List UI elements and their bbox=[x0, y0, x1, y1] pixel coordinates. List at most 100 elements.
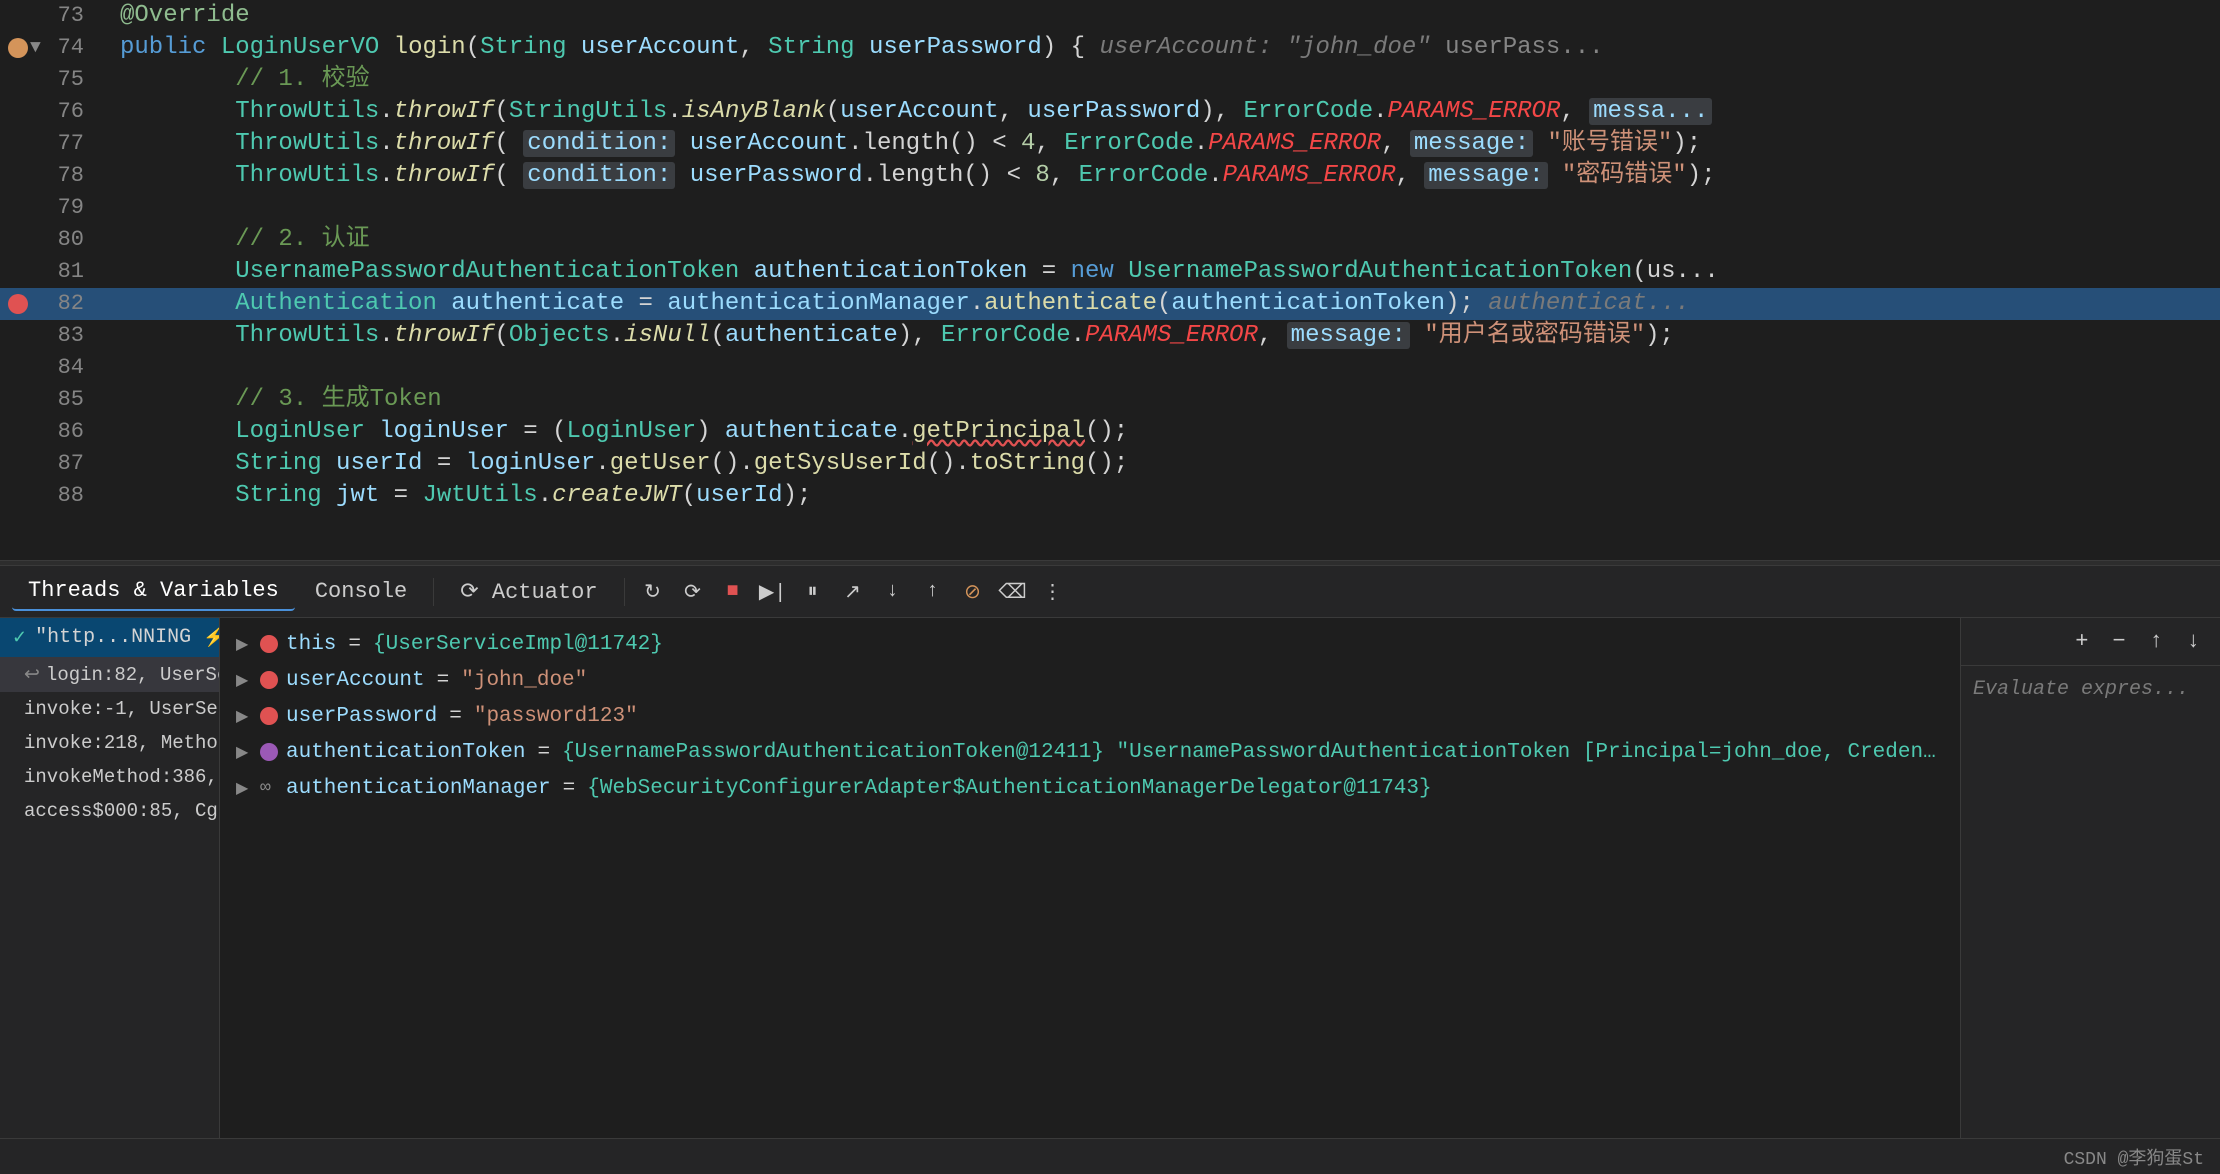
var-expand-arrow-4[interactable]: ▶ bbox=[236, 778, 252, 798]
line-num-text-86: 86 bbox=[58, 416, 84, 448]
var-icon-0 bbox=[260, 635, 278, 653]
var-eq-3: = bbox=[537, 741, 550, 764]
line-number-78: 78 bbox=[0, 160, 100, 192]
breakpoint-icon-82[interactable] bbox=[8, 294, 28, 314]
thread-subitem-4[interactable]: invokeMethod:386, CGlib bbox=[0, 760, 219, 794]
debug-toolbar: Threads & Variables Console ⟳ Actuator ↻… bbox=[0, 566, 2220, 618]
var-expand-arrow-2[interactable]: ▶ bbox=[236, 706, 252, 726]
line-number-85: 85 bbox=[0, 384, 100, 416]
line-num-text-74: 74 bbox=[58, 32, 84, 64]
var-value-0: {UserServiceImpl@11742} bbox=[373, 633, 663, 656]
line-number-80: 80 bbox=[0, 224, 100, 256]
eval-up-button[interactable]: ↑ bbox=[2142, 625, 2171, 658]
code-content-80: // 2. 认证 bbox=[100, 224, 2220, 256]
line-num-text-79: 79 bbox=[58, 192, 84, 224]
var-eq-4: = bbox=[563, 777, 576, 800]
line-number-82: 82 bbox=[0, 288, 100, 320]
tab-actuator[interactable]: ⟳ Actuator bbox=[444, 573, 613, 611]
var-name-4: authenticationManager bbox=[286, 777, 551, 800]
var-expand-arrow-1[interactable]: ▶ bbox=[236, 670, 252, 690]
line-num-text-81: 81 bbox=[58, 256, 84, 288]
breakpoint-icon-74[interactable] bbox=[8, 38, 28, 58]
run-to-cursor-button[interactable]: ⊘ bbox=[955, 574, 991, 610]
stop-button[interactable]: ■ bbox=[715, 574, 751, 610]
step-over-button[interactable]: ↗ bbox=[835, 574, 871, 610]
line-num-text-87: 87 bbox=[58, 448, 84, 480]
bottom-bar-text: CSDN @李狗蛋St bbox=[2064, 1144, 2204, 1170]
thread-subitem-5[interactable]: access$000:85, CglibAot bbox=[0, 794, 219, 828]
line-number-76: 76 bbox=[0, 96, 100, 128]
code-line-73: 73 @Override bbox=[0, 0, 2220, 32]
code-content-84 bbox=[100, 352, 2220, 384]
code-line-86: 86 LoginUser loginUser = (LoginUser) aut… bbox=[0, 416, 2220, 448]
code-line-76: 76 ThrowUtils.throwIf(StringUtils.isAnyB… bbox=[0, 96, 2220, 128]
code-line-84: 84 bbox=[0, 352, 2220, 384]
code-content-88: String jwt = JwtUtils.createJWT(userId); bbox=[100, 480, 2220, 512]
code-line-75: 75 // 1. 校验 bbox=[0, 64, 2220, 96]
eval-add-button[interactable]: + bbox=[2067, 625, 2096, 658]
code-content-73: @Override bbox=[100, 0, 2220, 32]
line-num-text-83: 83 bbox=[58, 320, 84, 352]
line-number-79: 79 bbox=[0, 192, 100, 224]
var-eq-0: = bbox=[348, 633, 361, 656]
code-content-79 bbox=[100, 192, 2220, 224]
thread-subitem-label-3: invoke:218, MethodProxy bbox=[24, 732, 219, 754]
code-content-74: public LoginUserVO login(String userAcco… bbox=[100, 32, 2220, 64]
resume-button[interactable]: ▶| bbox=[755, 574, 791, 610]
more-button[interactable]: ⋮ bbox=[1035, 574, 1071, 610]
line-num-text-82: 82 bbox=[58, 288, 84, 320]
eval-down-button[interactable]: ↓ bbox=[2179, 625, 2208, 658]
thread-subitem-label-4: invokeMethod:386, CGlib bbox=[24, 766, 219, 788]
refresh2-button[interactable]: ⟳ bbox=[675, 574, 711, 610]
thread-subitem-3[interactable]: invoke:218, MethodProxy bbox=[0, 726, 219, 760]
step-out-button[interactable]: ↑ bbox=[915, 574, 951, 610]
variables-panel: ▶this = {UserServiceImpl@11742}▶userAcco… bbox=[220, 618, 1960, 1138]
var-icon-1 bbox=[260, 671, 278, 689]
var-item-3[interactable]: ▶authenticationToken = {UsernamePassword… bbox=[220, 734, 1960, 770]
line-number-75: 75 bbox=[0, 64, 100, 96]
thread-filter-icon-0[interactable]: ⚡ bbox=[203, 627, 219, 649]
line-number-88: 88 bbox=[0, 480, 100, 512]
evaluate-panel: + − ↑ ↓ Evaluate expres... bbox=[1960, 618, 2220, 1138]
var-value-4: {WebSecurityConfigurerAdapter$Authentica… bbox=[587, 777, 1431, 800]
debug-panel: Threads & Variables Console ⟳ Actuator ↻… bbox=[0, 566, 2220, 1138]
tab-console[interactable]: Console bbox=[299, 573, 423, 610]
thread-subitem-1[interactable]: ↩login:82, UserServiceImpl bbox=[0, 657, 219, 692]
var-item-4[interactable]: ▶∞authenticationManager = {WebSecurityCo… bbox=[220, 770, 1960, 806]
var-item-0[interactable]: ▶this = {UserServiceImpl@11742} bbox=[220, 626, 1960, 662]
line-number-87: 87 bbox=[0, 448, 100, 480]
pause-button[interactable]: ⏸ bbox=[795, 574, 831, 610]
clear-button[interactable]: ⌫ bbox=[995, 574, 1031, 610]
line-num-text-75: 75 bbox=[58, 64, 84, 96]
line-num-text-85: 85 bbox=[58, 384, 84, 416]
code-line-79: 79 bbox=[0, 192, 2220, 224]
line-number-74: 74▼ bbox=[0, 32, 100, 64]
tab-threads-variables[interactable]: Threads & Variables bbox=[12, 572, 295, 611]
evaluate-toolbar: + − ↑ ↓ bbox=[1961, 618, 2220, 666]
var-name-3: authenticationToken bbox=[286, 741, 525, 764]
code-content-82: Authentication authenticate = authentica… bbox=[100, 288, 2220, 320]
var-item-2[interactable]: ▶userPassword = "password123" bbox=[220, 698, 1960, 734]
thread-subitem-label-2: invoke:-1, UserServiceImp bbox=[24, 698, 219, 720]
thread-label-0: "http...NNING bbox=[35, 626, 191, 649]
var-expand-arrow-0[interactable]: ▶ bbox=[236, 634, 252, 654]
var-item-1[interactable]: ▶userAccount = "john_doe" bbox=[220, 662, 1960, 698]
line-number-73: 73 bbox=[0, 0, 100, 32]
var-value-1: "john_doe" bbox=[461, 669, 587, 692]
eval-minus-button[interactable]: − bbox=[2104, 625, 2133, 658]
threads-panel: ✓"http...NNING⚡▾↩login:82, UserServiceIm… bbox=[0, 618, 220, 1138]
thread-subitem-2[interactable]: invoke:-1, UserServiceImp bbox=[0, 692, 219, 726]
code-content-78: ThrowUtils.throwIf( condition: userPassw… bbox=[100, 160, 2220, 192]
thread-subitem-label-5: access$000:85, CglibAot bbox=[24, 800, 219, 822]
line-number-86: 86 bbox=[0, 416, 100, 448]
code-line-77: 77 ThrowUtils.throwIf( condition: userAc… bbox=[0, 128, 2220, 160]
line-num-text-80: 80 bbox=[58, 224, 84, 256]
var-eq-1: = bbox=[437, 669, 450, 692]
thread-item-0[interactable]: ✓"http...NNING⚡▾ bbox=[0, 618, 219, 657]
code-line-88: 88 String jwt = JwtUtils.createJWT(userI… bbox=[0, 480, 2220, 512]
refresh-button[interactable]: ↻ bbox=[635, 574, 671, 610]
step-into-button[interactable]: ↓ bbox=[875, 574, 911, 610]
var-expand-arrow-3[interactable]: ▶ bbox=[236, 742, 252, 762]
line-num-text-73: 73 bbox=[58, 0, 84, 32]
evaluate-input[interactable]: Evaluate expres... bbox=[1961, 666, 2220, 1138]
